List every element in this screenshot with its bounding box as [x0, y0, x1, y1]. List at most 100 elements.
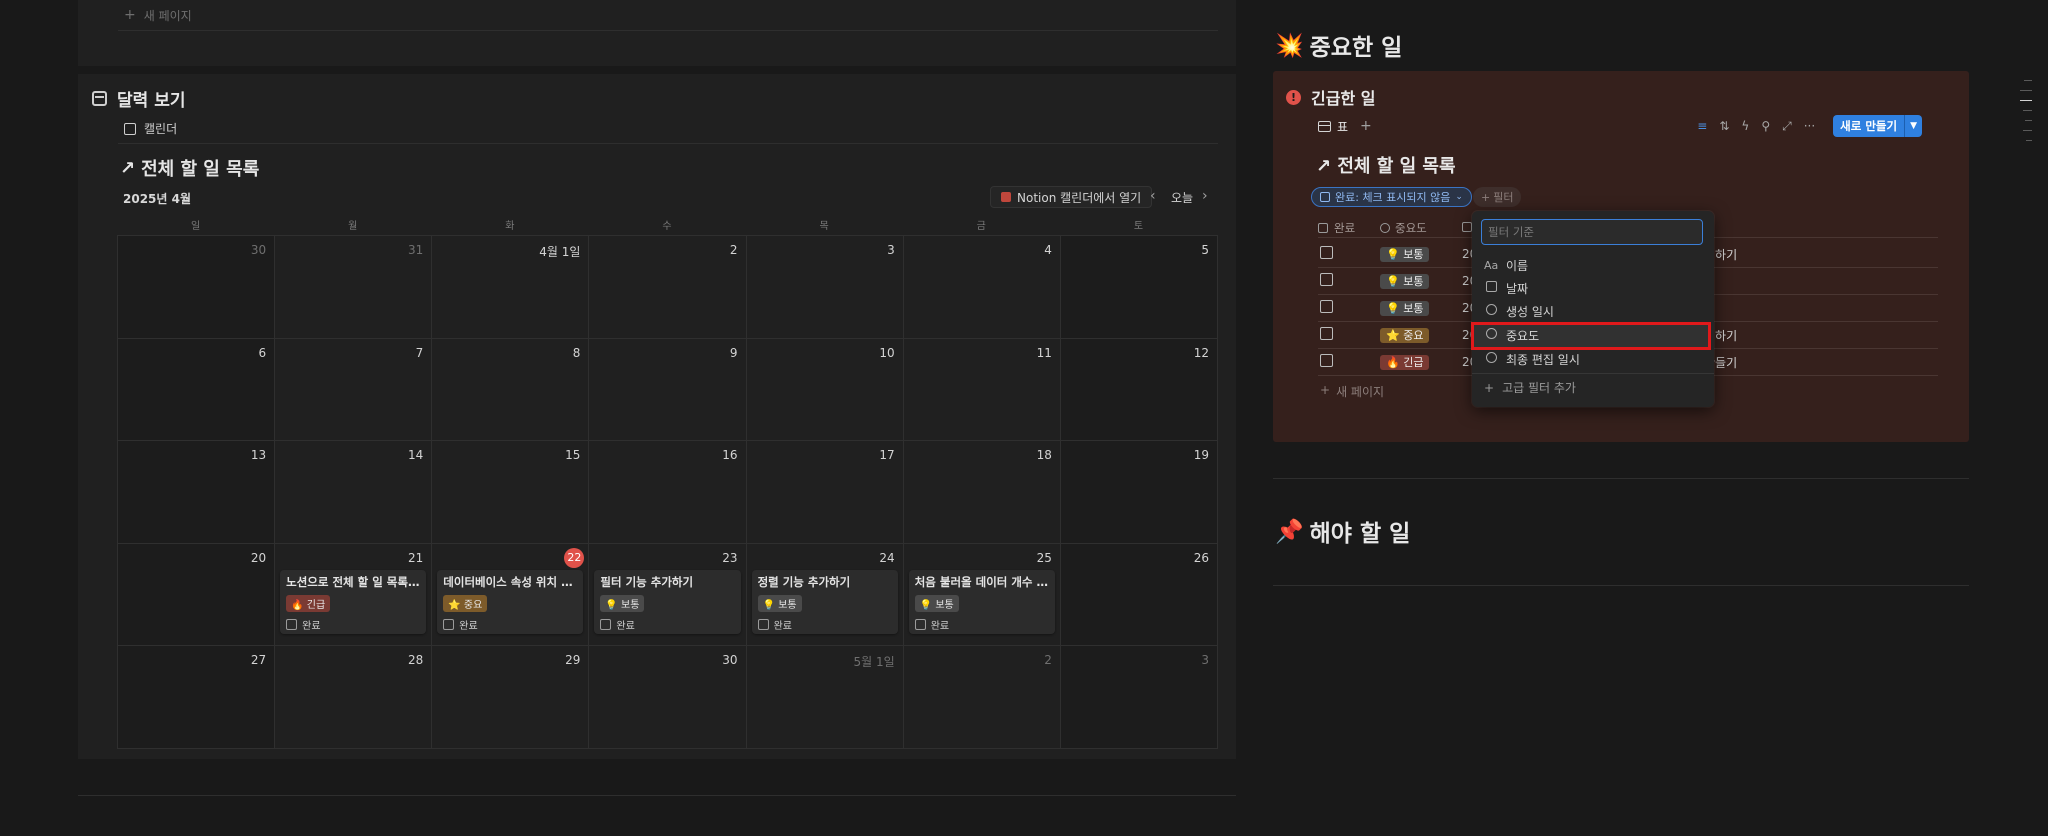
filter-icon[interactable]: ≡ — [1697, 119, 1707, 133]
checkbox[interactable] — [1320, 273, 1333, 286]
chevron-down-icon[interactable]: ▼ — [1904, 115, 1922, 137]
checkbox[interactable] — [1320, 246, 1333, 259]
column-header-done[interactable]: 완료 — [1318, 220, 1380, 236]
calendar-day-cell[interactable]: 24 정렬 기능 추가하기 💡 보통 완료 — [746, 543, 904, 647]
search-icon[interactable]: ⚲ — [1761, 119, 1770, 133]
add-filter-button[interactable]: + 필터 — [1473, 187, 1522, 207]
calendar-event-card[interactable]: 노션으로 전체 할 일 목록 만... 🔥 긴급완료 — [280, 569, 427, 634]
calendar-day-cell[interactable]: 29 — [432, 646, 590, 749]
importance-tag: 💡 보통 — [757, 594, 802, 612]
more-icon[interactable]: ··· — [1804, 119, 1815, 133]
importance-cell[interactable]: 💡 보통 — [1380, 246, 1462, 262]
checkbox[interactable] — [914, 618, 926, 630]
calendar-day-cell[interactable]: 26 — [1060, 543, 1218, 647]
done-checkbox-row[interactable]: 완료 — [600, 617, 734, 632]
done-cell[interactable] — [1318, 300, 1380, 316]
calendar-day-cell[interactable]: 2 — [589, 236, 747, 339]
automation-icon[interactable]: ϟ — [1741, 119, 1749, 133]
calendar-day-cell[interactable]: 18 — [903, 441, 1061, 544]
calendar-day-cell[interactable]: 7 — [275, 338, 433, 442]
done-checkbox-row[interactable]: 완료 — [443, 617, 577, 632]
calendar-day-cell[interactable]: 25 처음 불러올 데이터 개수 지... 💡 보통 완료 — [903, 543, 1061, 647]
checkbox[interactable] — [600, 618, 612, 630]
done-checkbox-row[interactable]: 완료 — [286, 617, 420, 632]
calendar-day-cell[interactable]: 3 — [746, 236, 904, 339]
calendar-event-card[interactable]: 데이터베이스 속성 위치 변... ⭐ 중요 완료 — [437, 569, 584, 634]
page-outline-minimap[interactable] — [2020, 80, 2032, 150]
calendar-day-cell[interactable]: 5 — [1060, 236, 1218, 339]
calendar-day-cell[interactable]: 15 — [432, 441, 590, 544]
done-cell[interactable] — [1318, 246, 1380, 262]
checkbox[interactable] — [286, 618, 298, 630]
filter-option-date[interactable]: 날짜 — [1484, 277, 1702, 299]
new-button[interactable]: 새로 만들기 ▼ — [1833, 115, 1922, 137]
importance-cell[interactable]: 💡 보통 — [1380, 300, 1462, 316]
calendar-day-cell[interactable]: 22 데이터베이스 속성 위치 변... ⭐ 중요 완료 — [432, 543, 590, 647]
calendar-day-cell[interactable]: 21 노션으로 전체 할 일 목록 만... 🔥 긴급완료 — [275, 543, 433, 647]
prev-month-button[interactable]: ‹ — [1150, 188, 1156, 204]
calendar-icon — [92, 91, 107, 106]
done-cell[interactable] — [1318, 354, 1380, 370]
checkbox[interactable] — [1320, 354, 1333, 367]
calendar-day-cell[interactable]: 30 — [118, 236, 276, 339]
calendar-day-cell[interactable]: 14 — [275, 441, 433, 544]
calendar-day-cell[interactable]: 16 — [589, 441, 747, 544]
done-cell[interactable] — [1318, 327, 1380, 343]
sort-icon[interactable]: ⇅ — [1719, 119, 1729, 133]
calendar-day-cell[interactable]: 12 — [1060, 338, 1218, 442]
calendar-day-cell[interactable]: 3 — [1060, 646, 1218, 749]
calendar-day-cell[interactable]: 9 — [589, 338, 747, 442]
calendar-day-cell[interactable]: 28 — [275, 646, 433, 749]
calendar-day-cell[interactable]: 6 — [118, 338, 276, 442]
calendar-day-cell[interactable]: 8 — [432, 338, 590, 442]
tab-calendar-view[interactable]: 캘린더 — [124, 120, 177, 137]
filter-search-input[interactable]: 필터 기준 — [1481, 219, 1703, 245]
calendar-day-cell[interactable]: 5월 1일 — [746, 646, 904, 749]
done-cell[interactable] — [1318, 273, 1380, 289]
checkbox[interactable] — [1320, 327, 1333, 340]
filter-chip-done[interactable]: 완료: 체크 표시되지 않음 ⌄ — [1311, 187, 1472, 207]
importance-cell[interactable]: ⭐ 중요 — [1380, 327, 1462, 343]
calendar-event-card[interactable]: 필터 기능 추가하기 💡 보통 완료 — [594, 569, 741, 634]
urgent-linked-db-title[interactable]: ↗ 전체 할 일 목록 — [1316, 152, 1456, 178]
today-button[interactable]: 오늘 — [1171, 189, 1193, 206]
date-number: 2 — [1044, 653, 1052, 668]
importance-cell[interactable]: 💡 보통 — [1380, 273, 1462, 289]
done-checkbox-row[interactable]: 완료 — [757, 617, 892, 632]
checkbox[interactable] — [757, 618, 769, 630]
calendar-day-cell[interactable]: 11 — [903, 338, 1061, 442]
calendar-day-cell[interactable]: 31 — [275, 236, 433, 339]
calendar-day-cell[interactable]: 23 필터 기능 추가하기 💡 보통 완료 — [589, 543, 747, 647]
new-page-row[interactable]: + 새 페이지 — [1320, 383, 1384, 400]
calendar-day-cell[interactable]: 27 — [118, 646, 276, 749]
checkbox[interactable] — [1320, 300, 1333, 313]
tab-table-view[interactable]: 표 — [1318, 118, 1348, 135]
calendar-day-cell[interactable]: 30 — [589, 646, 747, 749]
new-button-label[interactable]: 새로 만들기 — [1833, 115, 1904, 137]
next-month-button[interactable]: › — [1202, 188, 1208, 204]
calendar-day-cell[interactable]: 17 — [746, 441, 904, 544]
linked-db-title[interactable]: ↗ 전체 할 일 목록 — [120, 155, 259, 181]
calendar-day-cell[interactable]: 20 — [118, 543, 276, 647]
add-advanced-filter-button[interactable]: + 고급 필터 추가 — [1484, 379, 1576, 396]
calendar-event-card[interactable]: 정렬 기능 추가하기 💡 보통 완료 — [751, 569, 898, 634]
done-label: 완료 — [930, 620, 950, 632]
new-page-row-top[interactable]: + 새 페이지 — [118, 0, 1218, 31]
calendar-day-cell[interactable]: 2 — [903, 646, 1061, 749]
calendar-event-card[interactable]: 처음 불러올 데이터 개수 지... 💡 보통 완료 — [908, 569, 1055, 634]
expand-icon[interactable]: ⤢ — [1782, 119, 1792, 134]
add-view-button[interactable]: + — [1360, 118, 1372, 134]
filter-option-name[interactable]: Aa 이름 — [1484, 254, 1702, 276]
calendar-day-cell[interactable]: 4 — [903, 236, 1061, 339]
calendar-day-cell[interactable]: 4월 1일 — [432, 236, 590, 339]
filter-option-created-time[interactable]: 생성 일시 — [1484, 300, 1702, 322]
calendar-day-cell[interactable]: 13 — [118, 441, 276, 544]
calendar-day-cell[interactable]: 10 — [746, 338, 904, 442]
filter-option-last-edited-time[interactable]: 최종 편집 일시 — [1484, 348, 1702, 370]
checkbox[interactable] — [443, 618, 455, 630]
calendar-day-cell[interactable]: 19 — [1060, 441, 1218, 544]
column-header-importance[interactable]: 중요도 — [1380, 220, 1462, 236]
open-in-notion-calendar-button[interactable]: Notion 캘린더에서 열기 — [990, 186, 1153, 208]
importance-cell[interactable]: 🔥 긴급 — [1380, 354, 1462, 370]
done-checkbox-row[interactable]: 완료 — [914, 617, 1049, 632]
